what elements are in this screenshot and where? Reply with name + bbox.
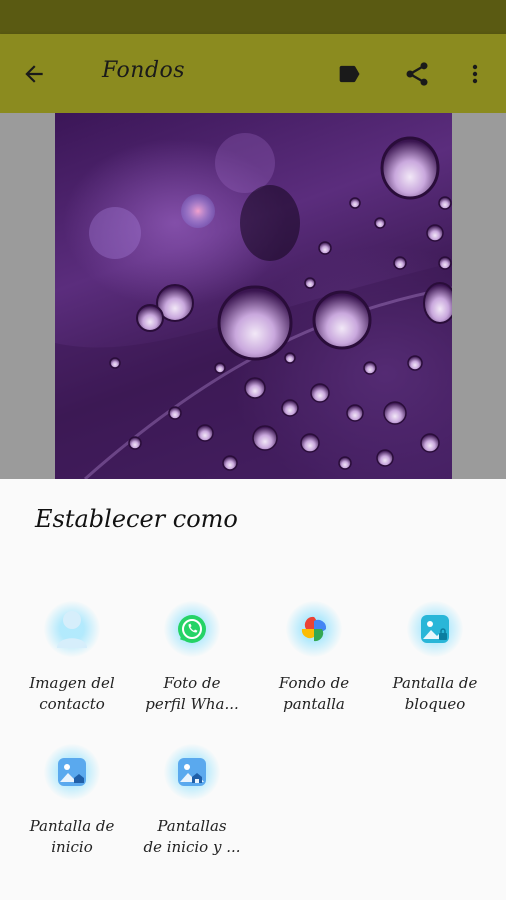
target-label-line2: pantalla: [283, 695, 345, 713]
home-screen-icon: [58, 758, 86, 786]
target-label-line1: Imagen del: [29, 674, 115, 692]
target-label-line1: Fondo de: [278, 674, 350, 692]
target-home-and-lock-screens[interactable]: Pantallas de inicio y ...: [132, 744, 252, 858]
target-whatsapp-profile[interactable]: Foto de perfil Wha...: [132, 601, 252, 715]
page-title: Fondos: [102, 58, 186, 83]
target-home-screen[interactable]: Pantalla de inicio: [12, 744, 132, 858]
target-label-line1: Pantallas: [157, 817, 227, 835]
set-as-sheet: Establecer como Imagen del contacto Foto…: [0, 479, 506, 900]
target-label-line1: Foto de: [163, 674, 221, 692]
more-options-button[interactable]: [453, 52, 497, 96]
back-button[interactable]: [12, 52, 56, 96]
sheet-title: Establecer como: [35, 505, 238, 533]
target-lock-screen[interactable]: Pantalla de bloqueo: [375, 601, 495, 715]
target-label-line1: Pantalla de: [392, 674, 478, 692]
home-screens-icon: [178, 758, 206, 786]
wallpaper-preview-area: [0, 113, 506, 479]
label-icon: [339, 65, 360, 83]
app-bar: Fondos: [0, 34, 506, 113]
status-bar: [0, 0, 506, 34]
share-button[interactable]: [395, 52, 439, 96]
label-button[interactable]: [327, 52, 371, 96]
back-arrow-icon: [25, 65, 43, 83]
target-label-line2: perfil Wha...: [145, 695, 239, 713]
photos-pinwheel-icon: [301, 616, 327, 642]
target-label-line2: bloqueo: [404, 695, 466, 713]
contact-icon: [57, 611, 87, 648]
target-label-line2: de inicio y ...: [143, 838, 241, 856]
share-icon: [406, 62, 428, 86]
target-label-line2: inicio: [51, 838, 93, 856]
target-contact-photo[interactable]: Imagen del contacto: [12, 601, 132, 715]
target-wallpaper[interactable]: Fondo de pantalla: [254, 601, 374, 715]
whatsapp-icon: [178, 615, 206, 643]
wallpaper-image[interactable]: [55, 113, 452, 479]
more-vert-icon: [472, 64, 478, 84]
target-label-line2: contacto: [39, 695, 105, 713]
lock-screen-icon: [421, 615, 449, 643]
target-label-line1: Pantalla de: [29, 817, 115, 835]
